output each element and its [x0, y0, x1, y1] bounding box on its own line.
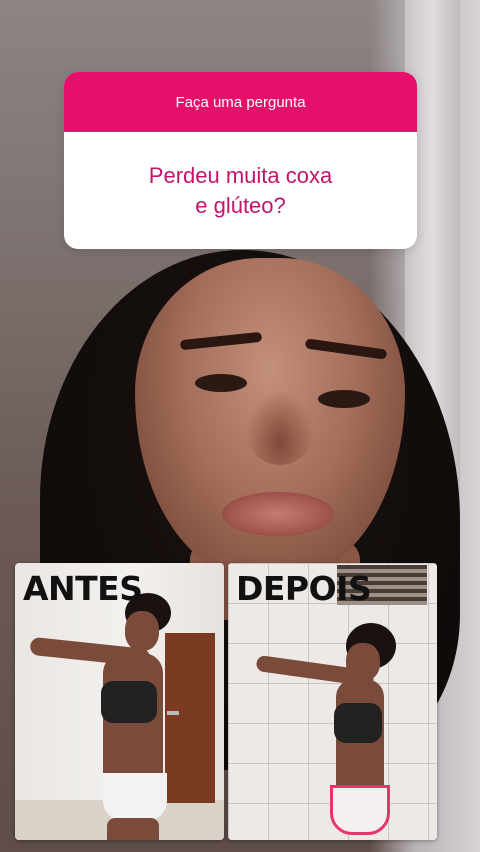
- left-eye: [195, 374, 247, 392]
- question-text-line-1: Perdeu muita coxa: [148, 162, 333, 188]
- before-figure-top: [101, 681, 157, 723]
- after-photo: DEPOIS: [228, 563, 437, 840]
- right-eye: [318, 390, 370, 408]
- question-sticker-title: Faça uma pergunta: [175, 93, 306, 111]
- after-figure-top: [334, 703, 382, 743]
- person-lips: [222, 492, 334, 536]
- before-photo-door: [165, 633, 215, 803]
- before-figure-head: [125, 611, 159, 651]
- question-text-line-2: e glúteo?: [195, 192, 286, 218]
- before-photo-door-handle: [167, 711, 179, 715]
- before-figure-shorts: [103, 773, 167, 821]
- after-label: DEPOIS: [236, 569, 372, 608]
- after-figure-shorts: [330, 785, 390, 835]
- before-figure-torso: [103, 653, 163, 793]
- before-label: ANTES: [23, 569, 143, 608]
- question-sticker[interactable]: Faça uma pergunta Perdeu muita coxa e gl…: [64, 72, 417, 249]
- question-sticker-header: Faça uma pergunta: [64, 72, 417, 132]
- before-photo: ANTES: [15, 563, 224, 840]
- before-figure-legs: [107, 818, 159, 840]
- person-nose: [245, 390, 315, 465]
- question-sticker-body: Perdeu muita coxa e glúteo?: [64, 132, 417, 249]
